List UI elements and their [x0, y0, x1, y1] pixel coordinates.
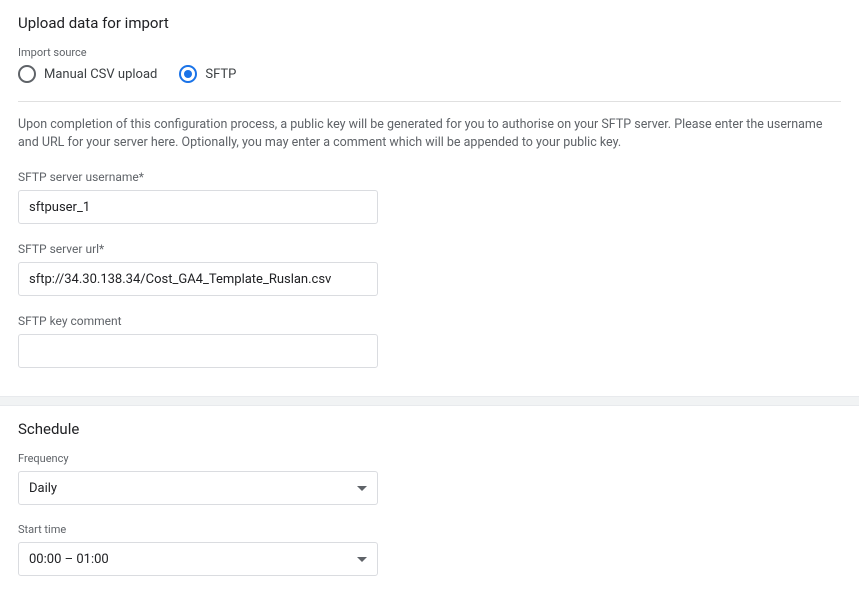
sftp-comment-input[interactable] [18, 334, 378, 368]
upload-title: Upload data for import [18, 14, 841, 32]
start-time-select[interactable]: 00:00 – 01:00 [18, 542, 378, 576]
import-source-label: Import source [18, 46, 841, 59]
username-label: SFTP server username* [18, 170, 841, 184]
start-time-value: 00:00 – 01:00 [29, 552, 109, 567]
chevron-down-icon [357, 557, 367, 562]
frequency-field: Frequency Daily [18, 452, 841, 505]
url-field: SFTP server url* [18, 242, 841, 296]
frequency-value: Daily [29, 481, 57, 496]
radio-sftp-label: SFTP [205, 67, 236, 82]
upload-panel: Upload data for import Import source Man… [0, 0, 859, 396]
start-time-field: Start time 00:00 – 01:00 [18, 523, 841, 576]
frequency-select[interactable]: Daily [18, 471, 378, 505]
comment-label: SFTP key comment [18, 314, 841, 328]
start-time-label: Start time [18, 523, 841, 536]
radio-sftp[interactable]: SFTP [179, 65, 236, 83]
radio-checked-icon [179, 65, 197, 83]
schedule-panel: Schedule Frequency Daily Start time 00:0… [0, 406, 859, 604]
chevron-down-icon [357, 486, 367, 491]
sftp-url-input[interactable] [18, 262, 378, 296]
comment-field: SFTP key comment [18, 314, 841, 368]
url-label: SFTP server url* [18, 242, 841, 256]
radio-manual-label: Manual CSV upload [44, 67, 157, 82]
divider [18, 101, 841, 102]
schedule-title: Schedule [18, 420, 841, 438]
radio-unchecked-icon [18, 65, 36, 83]
username-field: SFTP server username* [18, 170, 841, 224]
radio-manual-csv[interactable]: Manual CSV upload [18, 65, 157, 83]
panel-separator [0, 396, 859, 406]
import-source-radios: Manual CSV upload SFTP [18, 65, 841, 83]
sftp-description: Upon completion of this configuration pr… [18, 116, 841, 152]
frequency-label: Frequency [18, 452, 841, 465]
sftp-username-input[interactable] [18, 190, 378, 224]
